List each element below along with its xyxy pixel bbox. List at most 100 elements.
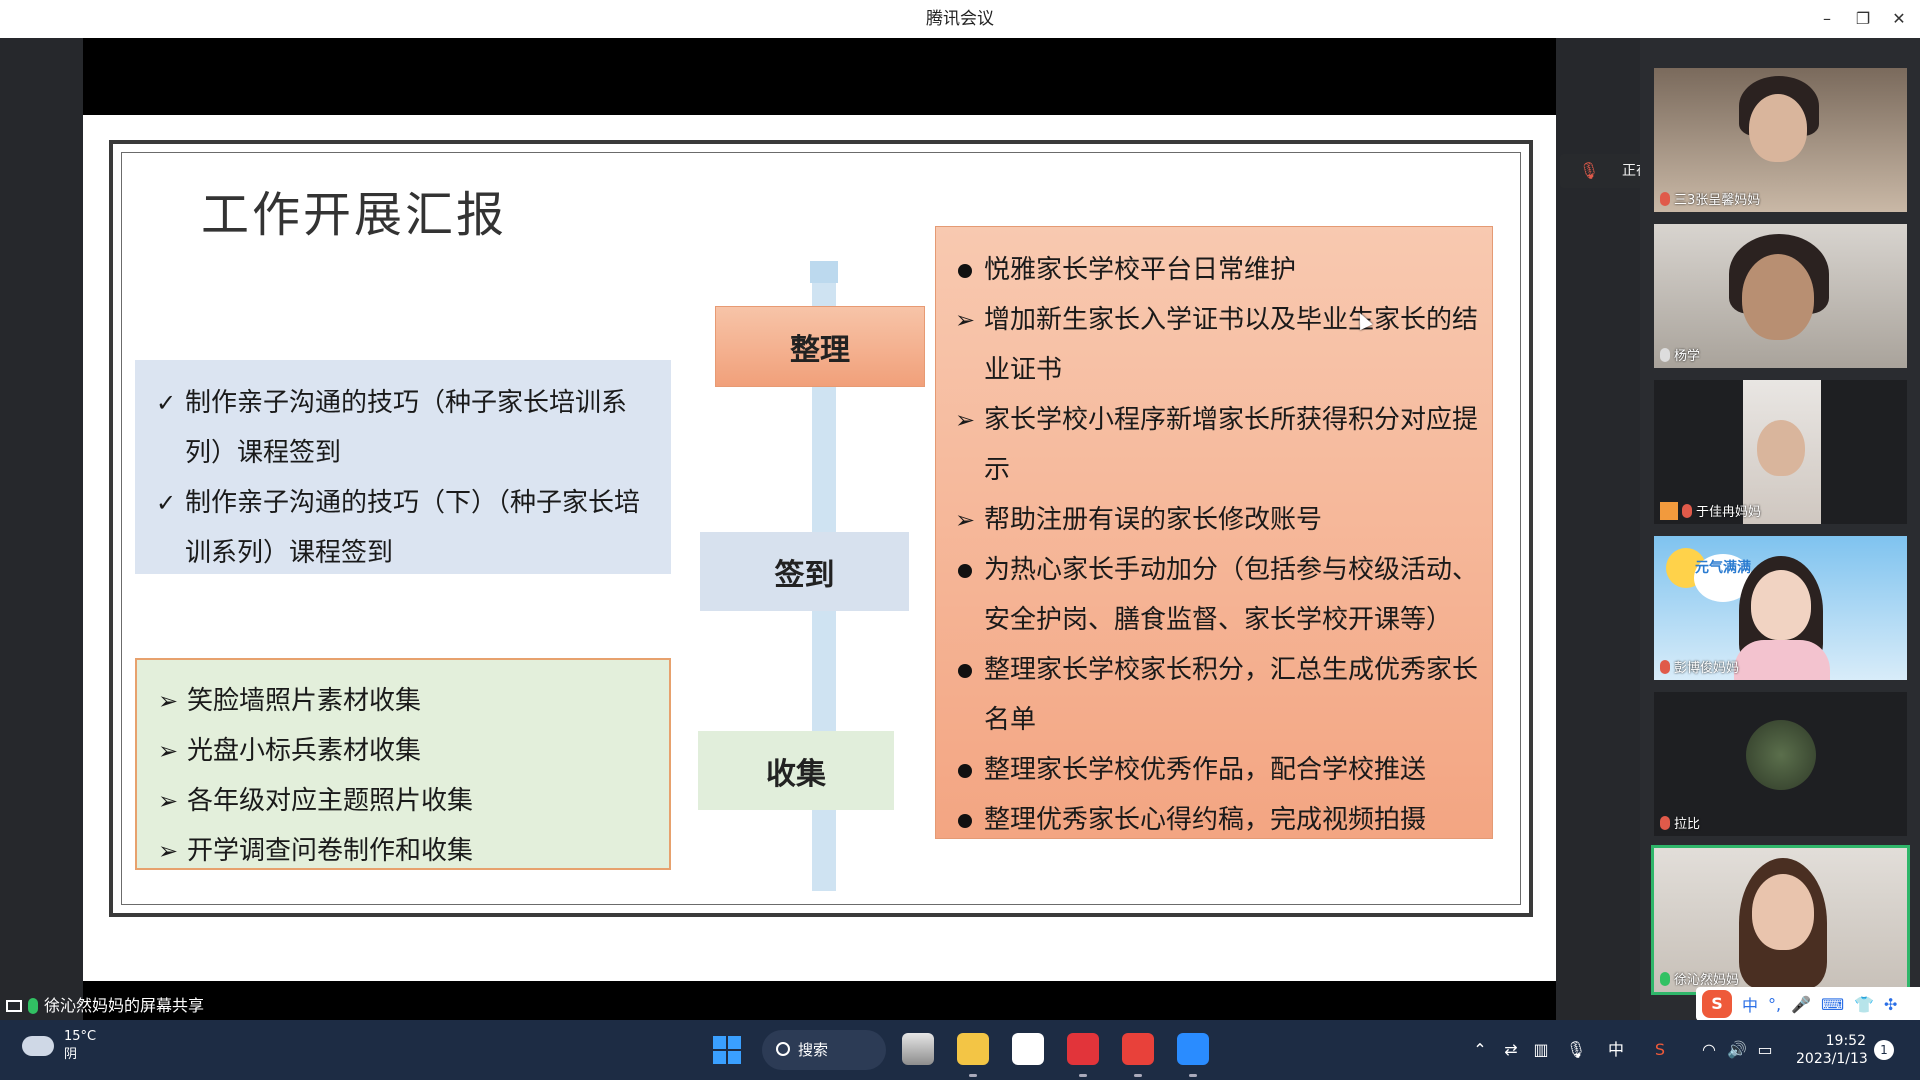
qiandao-list: ✓ 制作亲子沟通的技巧（种子家长培训系列）课程签到 ✓ 制作亲子沟通的技巧（下）… [135, 360, 671, 574]
tray-settings-icon[interactable]: ⇄ [1500, 1020, 1522, 1080]
avatar [1746, 720, 1816, 790]
sogou-logo-icon[interactable]: S [1702, 990, 1732, 1018]
list-item: ➢ 各年级对应主题照片收集 [149, 776, 659, 826]
punctuation-icon[interactable]: °, [1768, 995, 1781, 1014]
muted-mic-icon[interactable]: 🎙 [1578, 160, 1600, 182]
check-icon: ✓ [155, 489, 177, 517]
list-item: ➢ 增加新生家长入学证书以及毕业生家长的结业证书 [946, 295, 1484, 395]
shouji-list: ➢ 笑脸墙照片素材收集 ➢ 光盘小标兵素材收集 ➢ 各年级对应主题照片收集 ➢ … [135, 658, 671, 870]
face [1757, 420, 1805, 476]
cloud-icon [22, 1036, 54, 1056]
label-zhengli: 整理 [715, 306, 925, 387]
task-view-icon[interactable] [902, 1033, 934, 1065]
participant-tile[interactable]: 拉比 [1654, 692, 1907, 836]
dot-bullet-icon [946, 545, 984, 645]
search-button[interactable]: 搜索 [762, 1030, 886, 1070]
arrow-bullet-icon: ➢ [954, 506, 976, 534]
start-button[interactable] [713, 1036, 741, 1064]
arrow-bullet-icon: ➢ [157, 837, 179, 865]
participant-name: 徐沁然妈妈 [1660, 969, 1739, 988]
arrow-bullet-icon: ➢ [954, 306, 976, 334]
toolbox-icon[interactable]: ✣ [1884, 995, 1897, 1014]
muted-mic-icon [1660, 659, 1670, 674]
label-shouji: 收集 [698, 731, 894, 810]
list-item: ➢ 家长学校小程序新增家长所获得积分对应提示 [946, 395, 1484, 495]
participant-name: 于佳冉妈妈 [1660, 501, 1761, 520]
face [1742, 254, 1814, 340]
dot-bullet-icon [946, 645, 984, 745]
check-icon: ✓ [155, 389, 177, 417]
dot-bullet-icon [946, 745, 984, 795]
search-icon [776, 1042, 790, 1056]
mic-icon [1660, 347, 1670, 362]
huawei-app-icon[interactable] [1067, 1033, 1099, 1065]
notification-badge[interactable]: 1 [1874, 1040, 1894, 1060]
list-item: ✓ 制作亲子沟通的技巧（种子家长培训系列）课程签到 [147, 378, 661, 478]
skin-icon[interactable]: 👕 [1854, 995, 1874, 1014]
list-item: ➢ 笑脸墙照片素材收集 [149, 676, 659, 726]
wps-icon[interactable] [1122, 1033, 1154, 1065]
list-item: 整理优秀家长心得约稿，完成视频拍摄 [946, 795, 1484, 845]
avatar-icon [1660, 501, 1678, 520]
title-bar: 腾讯会议 – ❐ ✕ [0, 0, 1920, 38]
face [1749, 94, 1807, 162]
file-explorer-icon[interactable] [957, 1033, 989, 1065]
dot-bullet-icon [946, 795, 984, 845]
close-button[interactable]: ✕ [1884, 0, 1914, 38]
volume-icon[interactable]: 🔊 [1726, 1020, 1748, 1080]
arrow-bullet-icon: ➢ [157, 787, 179, 815]
participant-tile[interactable]: 三3张呈馨妈妈 [1654, 68, 1907, 212]
participant-name: 杨学 [1660, 345, 1700, 364]
sogou-tray-icon[interactable]: S [1648, 1020, 1672, 1080]
label-qiandao: 签到 [700, 532, 909, 611]
clock[interactable]: 19:52 2023/1/13 [1796, 1032, 1868, 1068]
screen-share-icon [6, 999, 22, 1012]
arrow-bullet-icon: ➢ [954, 406, 976, 434]
muted-mic-icon [1682, 503, 1692, 518]
main-stage: 工作开展汇报 整理 签到 收集 ✓ 制作亲子沟通的技巧（种子家长培训系列）课程签… [0, 38, 1640, 1020]
list-item: 整理家长学校优秀作品，配合学校推送 [946, 745, 1484, 795]
list-item: 悦雅家长学校平台日常维护 [946, 245, 1484, 295]
battery-icon[interactable]: ▭ [1754, 1020, 1776, 1080]
mic-icon [28, 997, 38, 1014]
participant-tile-active[interactable]: 徐沁然妈妈 [1651, 845, 1910, 995]
muted-mic-icon [1660, 191, 1670, 206]
ime-toolbar[interactable]: S 中 °, 🎤 ⌨ 👕 ✣ [1696, 987, 1920, 1021]
list-item: 整理家长学校家长积分，汇总生成优秀家长名单 [946, 645, 1484, 745]
list-item: ➢ 光盘小标兵素材收集 [149, 726, 659, 776]
list-item: 为热心家长手动加分（包括参与校级活动、安全护岗、膳食监督、家长学校开课等） [946, 545, 1484, 645]
tray-app-icon[interactable]: ▥ [1530, 1020, 1552, 1080]
participant-name: 三3张呈馨妈妈 [1660, 189, 1760, 208]
ime-lang-indicator[interactable]: 中 [1604, 1020, 1628, 1080]
microphone-icon[interactable]: 🎙 [1565, 1020, 1587, 1080]
keyboard-icon[interactable]: ⌨ [1821, 995, 1844, 1014]
chevron-up-icon[interactable]: ⌃ [1470, 1020, 1490, 1080]
weather-widget[interactable]: 15°C 阴 [22, 1028, 96, 1064]
taskbar: 15°C 阴 搜索 ⌃ ⇄ ▥ 🎙 中 S ◠ 🔊 ▭ 19:52 2023/1… [0, 1020, 1920, 1080]
restore-button[interactable]: ❐ [1848, 0, 1878, 38]
participant-name: 拉比 [1660, 813, 1700, 832]
arrow-bullet-icon: ➢ [157, 737, 179, 765]
dot-bullet-icon [946, 245, 984, 295]
participant-tile[interactable]: 于佳冉妈妈 [1654, 380, 1907, 524]
participant-sidebar[interactable]: 三3张呈馨妈妈 杨学 于佳冉妈妈 元气满满 彭博俊妈妈 拉比 徐沁然妈妈 [1640, 38, 1920, 1020]
arrow-bullet-icon: ➢ [157, 687, 179, 715]
mic-icon [1660, 971, 1670, 986]
list-item: ✓ 制作亲子沟通的技巧（下）（种子家长培训系列）课程签到 [147, 478, 661, 578]
participant-tile[interactable]: 杨学 [1654, 224, 1907, 368]
wifi-icon[interactable]: ◠ [1698, 1020, 1720, 1080]
window-title: 腾讯会议 [926, 9, 994, 29]
list-item: ➢ 帮助注册有误的家长修改账号 [946, 495, 1484, 545]
tencent-meeting-icon[interactable] [1177, 1033, 1209, 1065]
face [1751, 570, 1811, 640]
minimize-button[interactable]: – [1812, 0, 1842, 38]
screen-share-status: 徐沁然妈妈的屏幕共享 [0, 991, 204, 1020]
ime-lang-toggle[interactable]: 中 [1742, 992, 1758, 1016]
presentation-slide: 工作开展汇报 整理 签到 收集 ✓ 制作亲子沟通的技巧（种子家长培训系列）课程签… [83, 115, 1556, 981]
timeline-cap [810, 261, 838, 283]
slide-title: 工作开展汇报 [201, 187, 508, 243]
app-icon-m[interactable] [1012, 1033, 1044, 1065]
face [1752, 874, 1814, 950]
voice-input-icon[interactable]: 🎤 [1791, 995, 1811, 1014]
participant-tile[interactable]: 元气满满 彭博俊妈妈 [1654, 536, 1907, 680]
